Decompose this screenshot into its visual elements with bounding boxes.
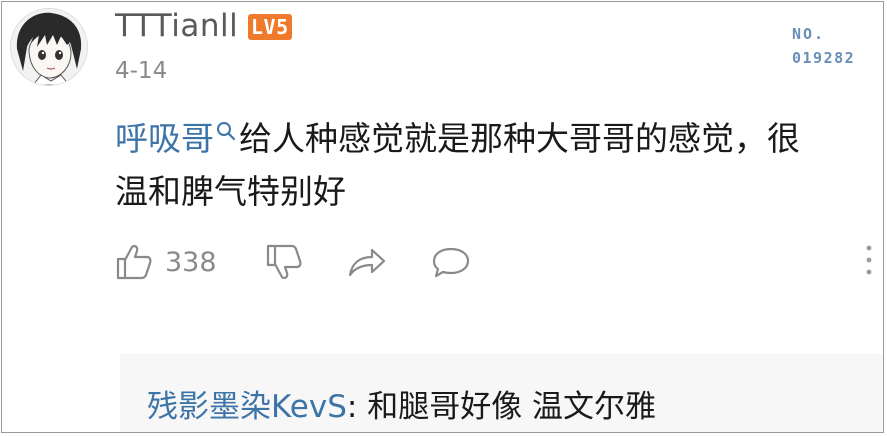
avatar[interactable] (10, 8, 88, 86)
like-button[interactable]: 338 (115, 240, 217, 284)
comment-card: TTTianll LV5 4-14 NO. 019282 呼吸哥 给人种感觉就是那… (1, 1, 884, 433)
reply-separator: : (346, 389, 368, 425)
floor-number-label: NO. (792, 25, 826, 43)
floor-number: NO. 019282 (792, 22, 855, 70)
reply-content: 和腿哥好像 温文尔雅 (367, 389, 657, 425)
thumbs-down-icon (266, 244, 302, 280)
more-vertical-icon[interactable] (865, 242, 873, 278)
comment-text: 呼吸哥 给人种感觉就是那种大哥哥的感觉，很温和脾气特别好 (115, 112, 875, 218)
mention-link[interactable]: 呼吸哥 (115, 119, 239, 158)
dislike-button[interactable] (265, 240, 303, 284)
avatar-image (11, 9, 87, 85)
level-badge: LV5 (248, 14, 292, 40)
username[interactable]: TTTianll (115, 8, 238, 44)
reply-text: 残影墨染KevS: 和腿哥好像 温文尔雅 (147, 384, 656, 430)
mention-text: 呼吸哥 (115, 119, 214, 158)
search-icon (217, 122, 236, 141)
share-icon (348, 248, 386, 277)
comment-icon (432, 247, 470, 278)
comment-line-2: 温和脾气特别好 (115, 172, 346, 211)
post-date: 4-14 (115, 58, 168, 84)
reply-author[interactable]: 残影墨染KevS (147, 389, 347, 425)
thumbs-up-icon (116, 244, 152, 280)
like-count: 338 (165, 246, 217, 278)
reply-button[interactable] (430, 240, 472, 284)
comment-line-1: 给人种感觉就是那种大哥哥的感觉，很 (239, 119, 800, 158)
reply-preview[interactable]: 残影墨染KevS: 和腿哥好像 温文尔雅 (120, 354, 883, 432)
share-button[interactable] (346, 240, 388, 284)
floor-number-value: 019282 (792, 49, 856, 67)
